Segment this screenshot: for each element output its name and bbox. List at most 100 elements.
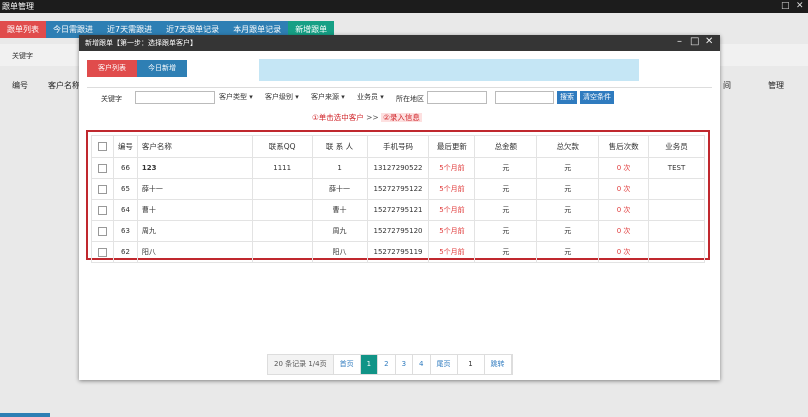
- outer-keyword-label: 关键字: [12, 52, 33, 60]
- pagination: 20 条记录 1/4页 首页 1 2 3 4 尾页 1 跳转: [267, 354, 513, 375]
- select-all-cell[interactable]: [91, 135, 114, 158]
- cell-qq: 1111: [251, 157, 313, 179]
- page-2[interactable]: 2: [378, 355, 396, 374]
- cell-id: 65: [112, 178, 138, 200]
- customer-table: 编号 客户名称 联系QQ 联 系 人 手机号码 最后更新 总金额 总欠款 售后次…: [91, 135, 705, 263]
- customer-level-value: 客户级别: [265, 93, 293, 101]
- col-qq: 联系QQ: [251, 135, 313, 158]
- step-separator: >>: [366, 113, 379, 122]
- last-page-link[interactable]: 尾页: [430, 355, 458, 374]
- cell-phone: 15272795120: [366, 220, 430, 242]
- cell-total: 元: [474, 178, 538, 200]
- cell-name: 阳八: [136, 241, 253, 263]
- col-total: 总金额: [474, 135, 538, 158]
- customer-source-select[interactable]: 客户来源 ▾: [311, 92, 345, 102]
- cell-owed: 元: [536, 220, 600, 242]
- cell-owed: 元: [536, 199, 600, 221]
- clear-conditions-button[interactable]: 清空条件: [580, 91, 614, 104]
- step-indicator: ①单击选中客户 >> ②录入信息: [312, 112, 422, 123]
- cell-salesman: TEST: [648, 157, 705, 179]
- cell-qq: [251, 199, 313, 221]
- page-4[interactable]: 4: [413, 355, 431, 374]
- col-id: 编号: [112, 135, 138, 158]
- cell-name: 123: [136, 157, 253, 179]
- row-checkbox[interactable]: [97, 205, 107, 215]
- cell-contact: 阳八: [311, 241, 368, 263]
- cell-phone: 15272795122: [366, 178, 430, 200]
- region-input-2[interactable]: [495, 91, 554, 104]
- new-follow-modal: 新增跟单【第一步：选择跟单客户】 – □ ✕ 客户列表 今日新增 关键字 客户类…: [79, 35, 720, 380]
- cell-salesman: [648, 178, 705, 200]
- row-checkbox[interactable]: [97, 226, 107, 236]
- outer-col-id: 编号: [12, 81, 28, 90]
- first-page-link[interactable]: 首页: [333, 355, 361, 374]
- search-button[interactable]: 搜索: [557, 91, 577, 104]
- outer-bottom-bar: [0, 413, 50, 417]
- tab-today-new[interactable]: 今日新增: [137, 60, 187, 77]
- cell-name: 薛十一: [136, 178, 253, 200]
- cell-phone: 15272795121: [366, 199, 430, 221]
- page-3[interactable]: 3: [395, 355, 414, 374]
- jump-page-input[interactable]: 1: [457, 355, 485, 374]
- cell-id: 63: [112, 220, 138, 242]
- cell-salesman: [648, 220, 705, 242]
- cell-owed: 元: [536, 178, 600, 200]
- customer-type-value: 客户类型: [219, 93, 247, 101]
- close-icon[interactable]: ✕: [796, 1, 804, 11]
- cell-contact: 薛十一: [311, 178, 368, 200]
- minimize-icon[interactable]: –: [677, 36, 682, 48]
- cell-updated: 5个月前: [428, 220, 476, 242]
- salesman-select[interactable]: 业务员 ▾: [357, 92, 384, 102]
- row-checkbox[interactable]: [97, 163, 107, 173]
- jump-button[interactable]: 跳转: [484, 355, 512, 374]
- app-titlebar: 跟单管理 □ ✕: [0, 0, 808, 13]
- cell-qq: [251, 178, 313, 200]
- row-checkbox[interactable]: [97, 247, 107, 257]
- cell-aftersale: 0 次: [598, 157, 650, 179]
- tab-customer-list[interactable]: 客户列表: [87, 60, 137, 77]
- table-row[interactable]: 65 薛十一 薛十一 15272795122 5个月前 元 元 0 次: [91, 178, 705, 200]
- cell-qq: [251, 220, 313, 242]
- col-contact: 联 系 人: [311, 135, 368, 158]
- customer-type-select[interactable]: 客户类型 ▾: [219, 92, 253, 102]
- table-row[interactable]: 63 周九 周九 15272795120 5个月前 元 元 0 次: [91, 220, 705, 242]
- cell-id: 66: [112, 157, 138, 179]
- cell-phone: 15272795119: [366, 241, 430, 263]
- cell-owed: 元: [536, 157, 600, 179]
- cell-id: 64: [112, 199, 138, 221]
- region-input[interactable]: [427, 91, 487, 104]
- table-row[interactable]: 64 曹十 曹十 15272795121 5个月前 元 元 0 次: [91, 199, 705, 221]
- cell-aftersale: 0 次: [598, 178, 650, 200]
- cell-total: 元: [474, 241, 538, 263]
- row-checkbox-cell[interactable]: [91, 199, 114, 221]
- row-checkbox-cell[interactable]: [91, 157, 114, 179]
- keyword-input[interactable]: [135, 91, 215, 104]
- cell-updated: 5个月前: [428, 157, 476, 179]
- page-1[interactable]: 1: [360, 355, 379, 374]
- cell-aftersale: 0 次: [598, 241, 650, 263]
- col-updated: 最后更新: [428, 135, 476, 158]
- row-checkbox-cell[interactable]: [91, 220, 114, 242]
- tab-follow-list[interactable]: 跟单列表: [0, 21, 46, 38]
- table-header-row: 编号 客户名称 联系QQ 联 系 人 手机号码 最后更新 总金额 总欠款 售后次…: [91, 135, 705, 158]
- customer-level-select[interactable]: 客户级别 ▾: [265, 92, 299, 102]
- col-aftersale: 售后次数: [598, 135, 650, 158]
- table-row[interactable]: 62 阳八 阳八 15272795119 5个月前 元 元 0 次: [91, 241, 705, 263]
- cell-contact: 1: [311, 157, 368, 179]
- row-checkbox[interactable]: [97, 184, 107, 194]
- maximize-icon[interactable]: □: [781, 1, 790, 11]
- maximize-icon[interactable]: □: [690, 36, 699, 48]
- modal-header: 新增跟单【第一步：选择跟单客户】 – □ ✕: [79, 35, 720, 51]
- close-icon[interactable]: ✕: [705, 36, 713, 48]
- keyword-label: 关键字: [101, 95, 122, 103]
- cell-qq: [251, 241, 313, 263]
- col-owed: 总欠款: [536, 135, 600, 158]
- row-checkbox-cell[interactable]: [91, 178, 114, 200]
- row-checkbox-cell[interactable]: [91, 241, 114, 263]
- cell-total: 元: [474, 157, 538, 179]
- select-all-checkbox[interactable]: [97, 142, 107, 152]
- blurred-overlay: [259, 59, 639, 81]
- table-row[interactable]: 66 123 1111 1 13127290522 5个月前 元 元 0 次 T…: [91, 157, 705, 179]
- customer-source-value: 客户来源: [311, 93, 339, 101]
- region-label: 所在地区: [396, 95, 424, 103]
